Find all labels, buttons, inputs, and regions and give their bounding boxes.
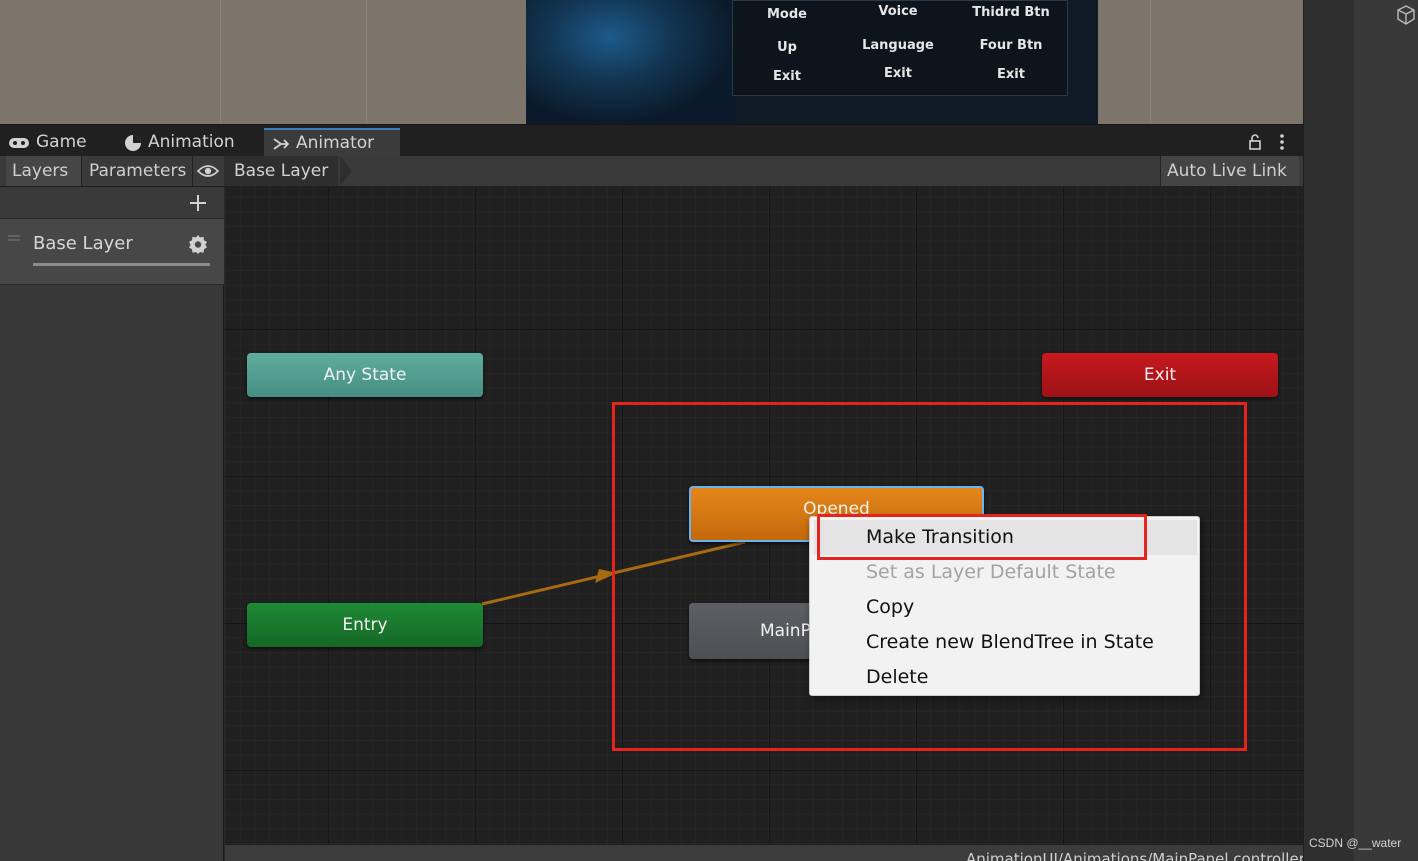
tab-game[interactable]: Game <box>0 128 95 157</box>
plus-icon[interactable] <box>188 193 208 213</box>
any-state-node[interactable]: Any State <box>247 353 483 397</box>
eye-icon[interactable] <box>197 163 219 179</box>
menu-text: Language <box>862 38 934 53</box>
right-side-panel: CSDN @__water <box>1303 0 1418 861</box>
right-panel-column <box>1304 0 1354 861</box>
menu-text: Thidrd Btn <box>972 5 1050 20</box>
scene-grid-line <box>366 0 367 124</box>
cube-icon[interactable] <box>1395 4 1417 26</box>
menu-text: Exit <box>884 66 912 81</box>
breadcrumb-arrow <box>340 156 352 186</box>
menu-item-copy[interactable]: Copy <box>810 590 1201 625</box>
parameters-tab-button[interactable]: Parameters <box>83 156 193 186</box>
layers-panel <box>0 187 224 861</box>
drag-handle-icon[interactable] <box>8 235 20 243</box>
clock-icon <box>125 134 141 151</box>
breadcrumb[interactable]: Base Layer <box>224 156 339 186</box>
scene-grid-line <box>220 0 221 124</box>
entry-node[interactable]: Entry <box>247 603 483 647</box>
menu-text: Voice <box>878 4 918 19</box>
auto-live-link-button[interactable]: Auto Live Link <box>1160 156 1299 186</box>
scene-grid-line <box>1150 0 1151 124</box>
more-options-icon[interactable] <box>1278 133 1286 151</box>
menu-item-set-default-state[interactable]: Set as Layer Default State <box>810 555 1201 590</box>
layers-panel-header <box>0 187 224 219</box>
menu-text: Exit <box>997 67 1025 82</box>
menu-text: Mode <box>767 7 807 22</box>
menu-text: Four Btn <box>979 38 1043 53</box>
gamepad-icon <box>9 137 29 148</box>
layer-weight-bar <box>33 263 210 266</box>
scene-view: Mode Up Exit Voice Language Exit Thidrd … <box>0 0 1303 124</box>
tab-label: Game <box>36 132 87 152</box>
tab-animator[interactable]: Animator <box>264 128 400 157</box>
lock-icon[interactable] <box>1248 134 1262 150</box>
tab-animation[interactable]: Animation <box>116 128 243 157</box>
menu-item-delete[interactable]: Delete <box>810 660 1201 695</box>
layer-item-base-layer[interactable]: Base Layer <box>0 219 224 285</box>
status-bar: AnimationUI/Animations/MainPanel.control… <box>225 844 1303 861</box>
animator-toolbar: Layers Parameters Base Layer Auto Live L… <box>0 156 1303 187</box>
layer-name: Base Layer <box>33 233 133 254</box>
layers-tab-button[interactable]: Layers <box>6 156 82 186</box>
watermark: CSDN @__water <box>1309 836 1402 850</box>
gear-icon[interactable] <box>188 234 208 254</box>
menu-item-create-blendtree[interactable]: Create new BlendTree in State <box>810 625 1201 660</box>
animator-icon <box>273 137 290 150</box>
menu-text: Exit <box>773 69 801 84</box>
tab-label: Animation <box>148 132 235 152</box>
menu-text: Up <box>777 40 797 55</box>
exit-node[interactable]: Exit <box>1042 353 1278 397</box>
controller-path: AnimationUI/Animations/MainPanel.control… <box>966 850 1303 861</box>
game-ui-preview: Mode Up Exit Voice Language Exit Thidrd … <box>526 0 1098 124</box>
editor-tab-bar: Game Animation Animator <box>0 124 1303 157</box>
annotation-box <box>817 514 1147 560</box>
tab-label: Animator <box>296 133 375 153</box>
background-artwork <box>526 0 736 124</box>
